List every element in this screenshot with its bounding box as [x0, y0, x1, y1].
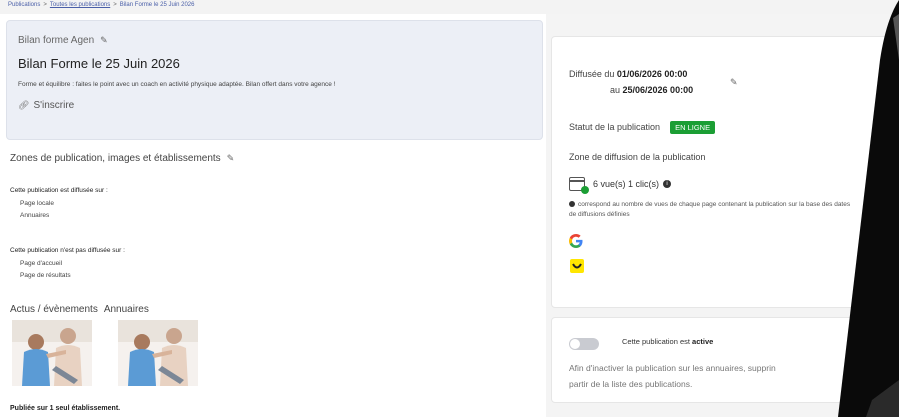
- pencil-icon[interactable]: ✎: [730, 77, 738, 88]
- breadcrumb: Publications > Toutes les publications > Bil…: [8, 2, 194, 8]
- cta-link[interactable]: 🔗︎ S'inscrire: [18, 100, 74, 111]
- list-item: Page de résultats: [20, 272, 71, 279]
- not-diffused-label: Cette publication n'est pas diffusée sur…: [10, 247, 125, 254]
- breadcrumb-separator: >: [113, 2, 117, 8]
- breadcrumb-bar: Publications > Toutes les publications > Bil…: [0, 0, 899, 14]
- pencil-icon[interactable]: ✎: [100, 35, 108, 46]
- breadcrumb-separator: >: [43, 2, 47, 8]
- published-establishments: Publiée sur 1 seul établissement.: [10, 405, 121, 412]
- active-toggle[interactable]: [569, 338, 599, 350]
- zone-label: Zone de diffusion de la publication: [569, 152, 706, 162]
- views-row: 6 vue(s) 1 clic(s) i: [569, 177, 672, 194]
- tab-annuaires[interactable]: Annuaires: [104, 304, 149, 315]
- diffusion-to: au 25/06/2026 00:00: [610, 85, 694, 95]
- link-icon: 🔗︎: [18, 100, 30, 110]
- list-item: Page locale: [20, 200, 54, 207]
- breadcrumb-all-publications[interactable]: Toutes les publications: [50, 2, 110, 8]
- pencil-icon[interactable]: ✎: [227, 153, 235, 164]
- info-icon: [569, 201, 575, 208]
- breadcrumb-publications[interactable]: Publications: [8, 2, 40, 8]
- diffusion-card: Diffusée du 01/06/2026 00:00 au 25/06/20…: [551, 36, 899, 308]
- image-tabs: Actus / évènements Annuaires: [10, 304, 155, 315]
- views-note: correspond au nombre de vues de chaque p…: [569, 201, 851, 218]
- calendar-check-icon: [569, 177, 589, 194]
- status-badge: EN LIGNE: [670, 121, 716, 134]
- publication-description: Forme et équilibre : faites le point ave…: [18, 81, 336, 88]
- breadcrumb-current: Bilan Forme le 25 Juin 2026: [119, 2, 195, 8]
- pagesjaunes-icon: [570, 259, 584, 273]
- diffused-label: Cette publication est diffusée sur :: [10, 187, 108, 194]
- publication-image-actus: [12, 320, 92, 386]
- publication-header-card: Bilan forme Agen ✎ Bilan Forme le 25 Juin…: [6, 20, 543, 140]
- list-item: Page d'accueil: [20, 260, 63, 267]
- zones-title: Zones de publication, images et établiss…: [10, 153, 235, 164]
- diffusion-from: Diffusée du 01/06/2026 00:00: [569, 69, 688, 79]
- publication-image-annuaires: [118, 320, 198, 386]
- list-item: Annuaires: [20, 212, 50, 219]
- publication-subtitle: Bilan forme Agen ✎: [18, 35, 108, 46]
- google-icon: [568, 233, 584, 254]
- active-label: Cette publication est active: [622, 337, 714, 346]
- tab-actus[interactable]: Actus / évènements: [10, 304, 98, 315]
- publication-title: Bilan Forme le 25 Juin 2026: [18, 56, 180, 71]
- info-icon[interactable]: i: [663, 180, 672, 188]
- status-row: Statut de la publication EN LIGNE: [569, 121, 716, 134]
- activation-card: Cette publication est active Afin d'inac…: [551, 317, 899, 403]
- activation-description: Afin d'inactiver la publication sur les …: [569, 363, 776, 389]
